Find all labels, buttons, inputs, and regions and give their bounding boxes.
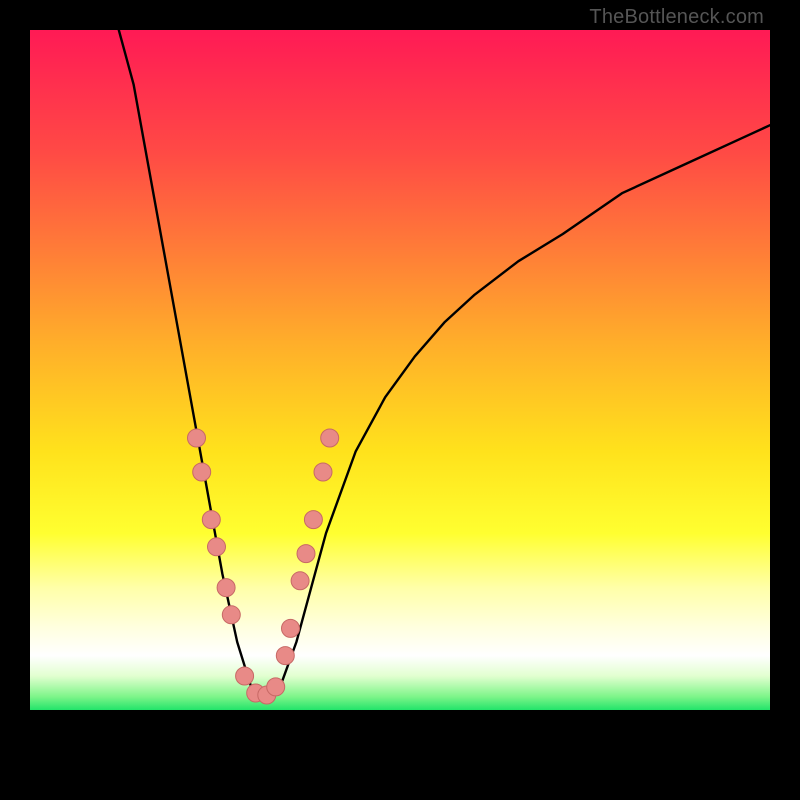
heat-gradient	[30, 30, 770, 710]
plot-bottom-fill	[30, 710, 770, 770]
watermark-text: TheBottleneck.com	[589, 6, 764, 29]
plot-frame	[30, 30, 770, 770]
